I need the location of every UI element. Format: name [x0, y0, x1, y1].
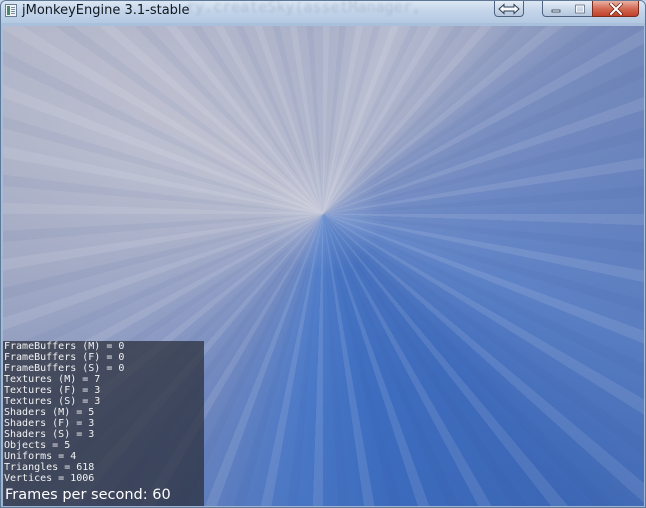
window-title: jMonkeyEngine 3.1-stable	[22, 3, 190, 18]
stat-shaders-f: Shaders (F) = 3	[4, 418, 95, 429]
minimize-button[interactable]	[542, 1, 569, 17]
stats-overlay: FrameBuffers (M) = 0 FrameBuffers (F) = …	[3, 341, 204, 506]
app-icon[interactable]	[5, 4, 17, 17]
stat-textures-s: Textures (S) = 3	[4, 396, 101, 407]
maximize-icon	[575, 4, 585, 13]
fps-counter: Frames per second: 60	[5, 487, 171, 503]
render-viewport[interactable]: FrameBuffers (M) = 0 FrameBuffers (F) = …	[3, 26, 644, 506]
app-window: ry.createSky(assetManager, jMonkeyEngine…	[0, 0, 646, 508]
stat-shaders-m: Shaders (M) = 5	[4, 407, 95, 418]
stat-framebuffers-m: FrameBuffers (M) = 0	[4, 341, 125, 352]
minimize-icon	[551, 9, 560, 12]
stat-objects: Objects = 5	[4, 440, 71, 451]
close-icon	[608, 2, 623, 15]
resize-button[interactable]	[494, 1, 524, 17]
stat-textures-f: Textures (F) = 3	[4, 385, 101, 396]
close-button[interactable]	[592, 1, 639, 17]
double-arrow-icon	[498, 2, 520, 15]
stat-framebuffers-f: FrameBuffers (F) = 0	[4, 352, 125, 363]
stat-vertices: Vertices = 1006	[4, 473, 95, 484]
maximize-button[interactable]	[568, 1, 593, 17]
stat-uniforms: Uniforms = 4	[4, 451, 77, 462]
stat-triangles: Triangles = 618	[4, 462, 95, 473]
stat-framebuffers-s: FrameBuffers (S) = 0	[4, 363, 125, 374]
background-ghost-text: ry.createSky(assetManager,	[186, 0, 421, 16]
stat-shaders-s: Shaders (S) = 3	[4, 429, 95, 440]
title-bar[interactable]: ry.createSky(assetManager, jMonkeyEngine…	[1, 0, 645, 23]
stat-textures-m: Textures (M) = 7	[4, 374, 101, 385]
